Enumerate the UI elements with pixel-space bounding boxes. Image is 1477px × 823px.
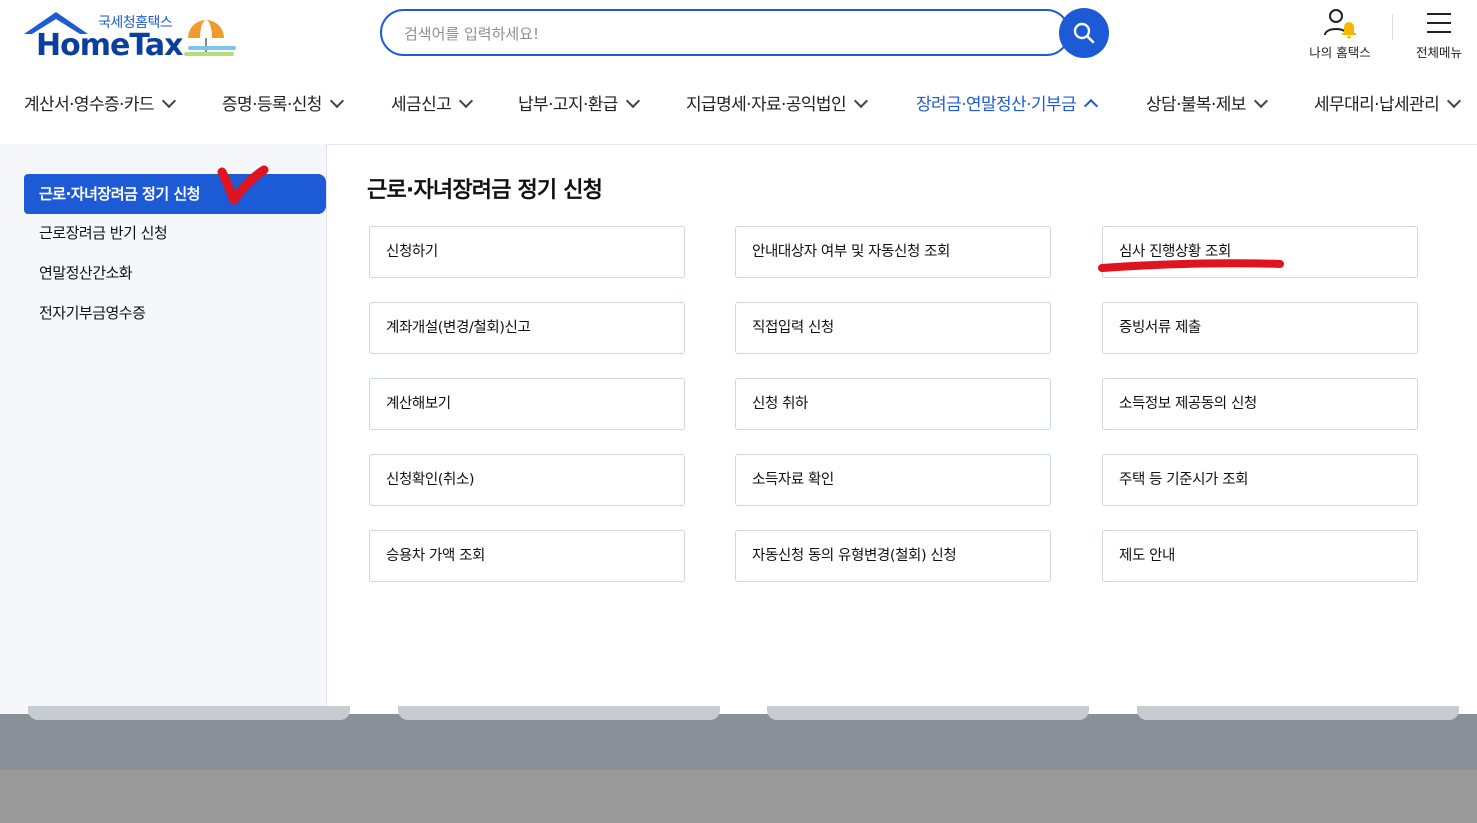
search-icon: [1073, 22, 1095, 44]
side-item-half-year-application[interactable]: 근로장려금 반기 신청: [24, 213, 326, 253]
hometax-logo[interactable]: 국세청홈택스 HomeTax: [22, 10, 237, 64]
dim-overlay-lower: [0, 770, 1477, 823]
all-menu-label: 전체메뉴: [1415, 45, 1462, 60]
search-box: [380, 9, 1070, 56]
side-item-regular-application[interactable]: 근로·자녀장려금 정기 신청: [24, 174, 326, 214]
gnb-item-tax-filing[interactable]: 세금신고: [391, 90, 474, 142]
chevron-down-icon: [459, 93, 474, 109]
gnb-item-invoices[interactable]: 계산서·영수증·카드: [24, 90, 177, 142]
gnb-item-statements[interactable]: 지급명세·자료·공익법인: [686, 90, 869, 142]
menu-card[interactable]: 증빙서류 제출: [1102, 302, 1418, 354]
my-hometax-label: 나의 홈택스: [1309, 45, 1371, 60]
gnb-item-tax-agent[interactable]: 세무대리·납세관리: [1314, 90, 1462, 142]
background-card-edge: [28, 706, 350, 720]
logo-en-text: HomeTax: [36, 28, 184, 63]
gnb-label: 장려금·연말정산·기부금: [916, 95, 1077, 115]
user-bell-icon: [1324, 9, 1356, 39]
menu-card[interactable]: 신청확인(취소): [369, 454, 685, 506]
side-item-year-end-settlement[interactable]: 연말정산간소화: [24, 253, 326, 293]
dim-overlay: [0, 714, 1477, 770]
menu-card[interactable]: 심사 진행상황 조회: [1102, 226, 1418, 278]
gnb-item-incentives[interactable]: 장려금·연말정산·기부금: [916, 90, 1099, 142]
chevron-down-icon: [1447, 93, 1462, 109]
menu-card[interactable]: 소득자료 확인: [735, 454, 1051, 506]
gnb-item-payment[interactable]: 납부·고지·환급: [518, 90, 640, 142]
menu-card[interactable]: 주택 등 기준시가 조회: [1102, 454, 1418, 506]
gnb-label: 증명·등록·신청: [222, 95, 322, 115]
gnb-item-consult[interactable]: 상담·불복·제보: [1146, 90, 1268, 142]
gnb-label: 지급명세·자료·공익법인: [686, 95, 847, 115]
menu-card[interactable]: 소득정보 제공동의 신청: [1102, 378, 1418, 430]
my-hometax-button[interactable]: 나의 홈택스: [1300, 6, 1380, 61]
gnb-label: 상담·불복·제보: [1146, 95, 1246, 115]
util-divider: [1392, 14, 1393, 40]
menu-card[interactable]: 직접입력 신청: [735, 302, 1051, 354]
search-button[interactable]: [1059, 8, 1109, 58]
menu-card[interactable]: 자동신청 동의 유형변경(철회) 신청: [735, 530, 1051, 582]
search-input[interactable]: [402, 22, 1046, 46]
site-header: 국세청홈택스 HomeTax 나의 홈택스: [0, 0, 1477, 145]
chevron-down-icon: [853, 93, 869, 109]
all-menu-button[interactable]: 전체메뉴: [1399, 6, 1477, 61]
menu-card[interactable]: 계산해보기: [369, 378, 685, 430]
page-title: 근로·자녀장려금 정기 신청: [367, 178, 603, 203]
gnb-label: 세무대리·납세관리: [1314, 95, 1440, 115]
global-nav: 계산서·영수증·카드 증명·등록·신청 세금신고 납부·고지·환급 지급명세·자…: [0, 78, 1477, 142]
menu-card[interactable]: 계좌개설(변경/철회)신고: [369, 302, 685, 354]
chevron-down-icon: [1253, 93, 1268, 109]
menu-card[interactable]: 승용차 가액 조회: [369, 530, 685, 582]
chevron-down-icon: [329, 93, 344, 109]
gnb-label: 납부·고지·환급: [518, 95, 618, 115]
side-item-donation-receipt[interactable]: 전자기부금영수증: [24, 293, 326, 333]
menu-card[interactable]: 제도 안내: [1102, 530, 1418, 582]
gnb-label: 세금신고: [391, 95, 452, 115]
background-card-edge: [1137, 706, 1459, 720]
beach-umbrella-icon: [184, 20, 236, 56]
gnb-item-certificates[interactable]: 증명·등록·신청: [222, 90, 344, 142]
chevron-down-icon: [625, 93, 640, 109]
chevron-down-icon: [161, 93, 177, 109]
menu-card[interactable]: 안내대상자 여부 및 자동신청 조회: [735, 226, 1051, 278]
gnb-label: 계산서·영수증·카드: [24, 95, 155, 115]
menu-card[interactable]: 신청하기: [369, 226, 685, 278]
menu-card[interactable]: 신청 취하: [735, 378, 1051, 430]
chevron-up-icon: [1083, 98, 1099, 114]
background-card-edge: [767, 706, 1089, 720]
background-card-edge: [398, 706, 720, 720]
side-menu: 근로·자녀장려금 정기 신청 근로장려금 반기 신청 연말정산간소화 전자기부금…: [0, 144, 327, 714]
hamburger-menu-icon: [1427, 13, 1451, 33]
